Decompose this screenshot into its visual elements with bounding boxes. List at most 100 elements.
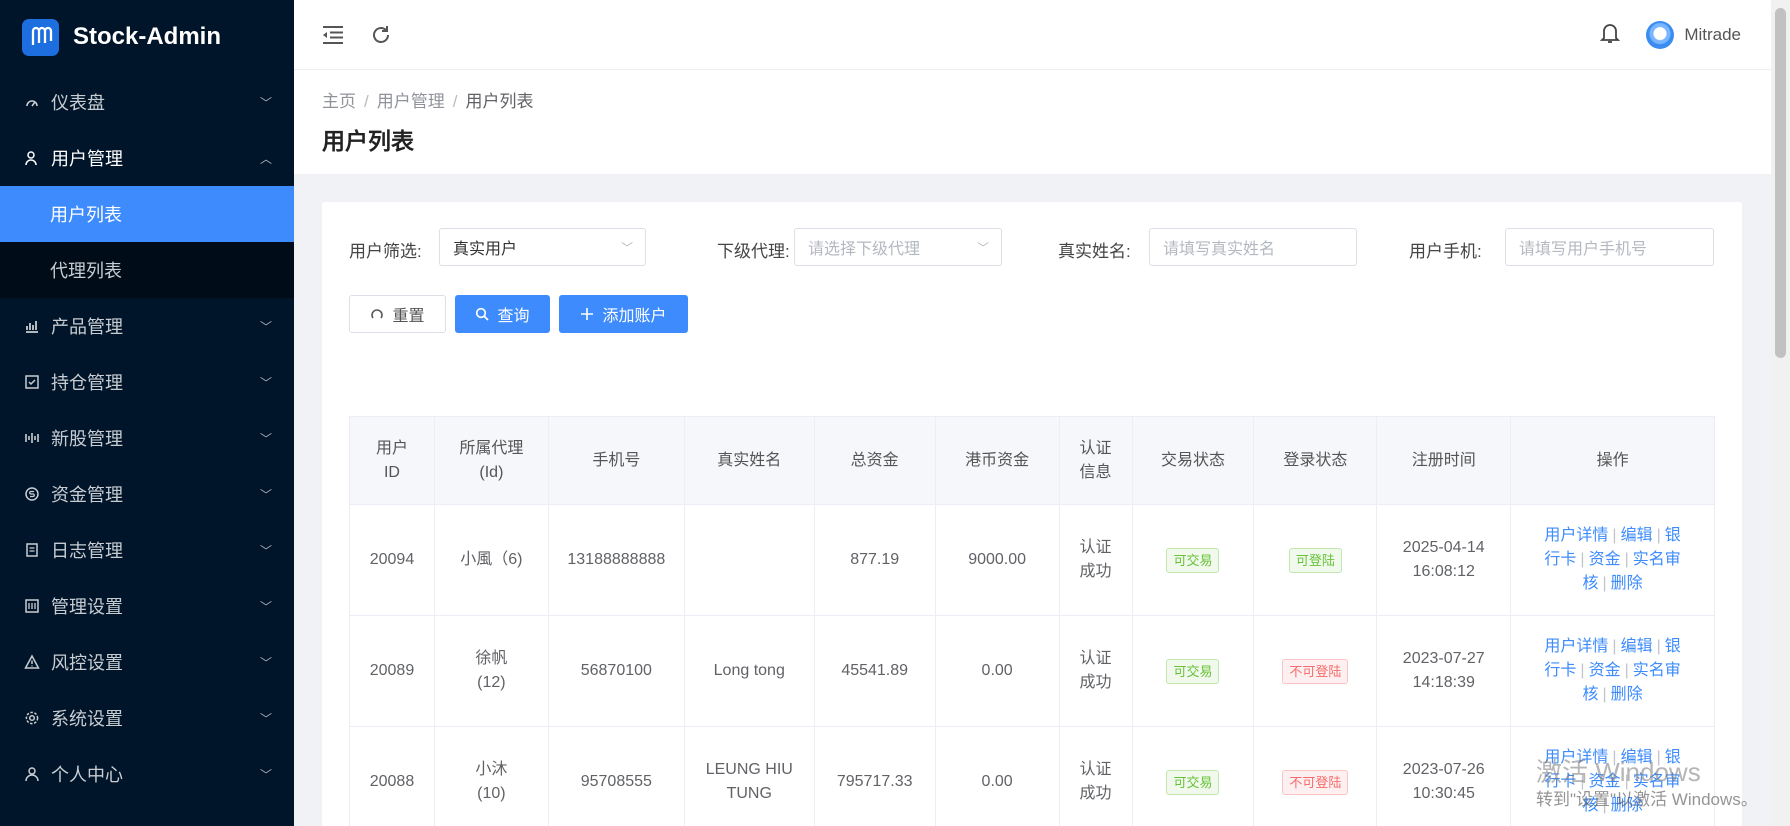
real-name-audit-link[interactable]: 核: [1582, 686, 1598, 703]
collapse-menu-icon[interactable]: [320, 22, 346, 48]
sidebar: Stock-Admin 仪表盘 ﹀ 用户管理 ︿ 用户列表 代理列表 产品管理 ﹀ 持仓管理 ﹀ 新…: [0, 0, 294, 826]
log-icon: [24, 542, 40, 558]
column-header: 用户 ID: [349, 416, 435, 505]
cell-phone: 13188888888: [547, 504, 685, 616]
sidebar-item-label: 系统设置: [51, 709, 123, 729]
page-scrollbar[interactable]: [1771, 0, 1790, 826]
cell-hkd-funds: 0.00: [934, 726, 1060, 826]
column-header-text: 注册时间: [1411, 451, 1476, 469]
column-header: 手机号: [547, 416, 685, 505]
cell-register-time-text: 14:18:39: [1412, 674, 1475, 691]
cell-auth: 认证 成功: [1058, 615, 1133, 727]
cell-hkd-funds: 9000.00: [934, 504, 1060, 616]
cell-agent: 徐帆 (12): [433, 615, 549, 727]
cell-register-time: 2025-04-14 16:08:12: [1376, 504, 1512, 616]
cell-login-status: 不可登陆: [1253, 726, 1378, 826]
cell-actions: 用户详情 | 编辑 | 银行卡 | 资金 | 实名审核 | 删除: [1510, 615, 1715, 727]
column-header-text: 所属代理: [459, 439, 524, 457]
sidebar-item[interactable]: 个人中心 ﹀: [0, 746, 294, 802]
dashboard-icon: [24, 94, 40, 110]
sub-agent-placeholder: 请选择下级代理: [808, 241, 921, 258]
sidebar-item[interactable]: 新股管理 ﹀: [0, 410, 294, 466]
user-detail-link[interactable]: 用户详情: [1544, 527, 1608, 544]
sidebar-item-label: 管理设置: [51, 597, 123, 617]
action-divider: |: [1624, 551, 1629, 568]
cell-phone-text: 95708555: [580, 773, 652, 790]
real-name-audit-link[interactable]: 实名审: [1633, 662, 1681, 679]
scrollbar-thumb[interactable]: [1775, 8, 1786, 358]
sidebar-item[interactable]: 管理设置 ﹀: [0, 578, 294, 634]
table-row: 20088 小沐 (10) 95708555 LEUNG HIU TUNG 795717.3…: [349, 726, 1715, 826]
bank-card-link[interactable]: 行卡: [1544, 662, 1576, 679]
refresh-icon[interactable]: [368, 22, 394, 48]
breadcrumb-user-manage[interactable]: 用户管理: [377, 92, 445, 111]
user-table: 用户 ID 所属代理 (Id) 手机号 真实姓名 总资金 港币资金 认证 信息 交易状态 登录状态 注册…: [349, 416, 1715, 826]
sidebar-subitem[interactable]: 用户列表: [0, 186, 294, 242]
logo[interactable]: Stock-Admin: [0, 0, 294, 74]
bank-card-link[interactable]: 银: [1665, 527, 1681, 544]
phone-input[interactable]: 请填写用户手机号: [1505, 228, 1714, 266]
real-name-audit-link[interactable]: 核: [1582, 575, 1598, 592]
cell-agent-text: 小沐: [475, 761, 508, 778]
sub-agent-select[interactable]: 请选择下级代理 ﹀: [794, 228, 1002, 266]
sidebar-item[interactable]: 资金管理 ﹀: [0, 466, 294, 522]
cell-agent-text: (12): [477, 674, 506, 691]
cell-phone-text: 56870100: [580, 662, 652, 679]
chevron-down-icon: ﹀: [259, 319, 272, 334]
sidebar-item[interactable]: 持仓管理 ﹀: [0, 354, 294, 410]
chevron-down-icon: ﹀: [620, 241, 633, 255]
column-header: 所属代理 (Id): [433, 416, 549, 505]
column-header-text: 登录状态: [1283, 451, 1348, 469]
bell-icon[interactable]: [1600, 22, 1621, 49]
reset-button[interactable]: 重置: [349, 295, 446, 333]
real-name-audit-link[interactable]: 实名审: [1633, 551, 1681, 568]
chevron-down-icon: ﹀: [259, 95, 272, 110]
sidebar-subitem[interactable]: 代理列表: [0, 242, 294, 298]
column-header-text: 操作: [1596, 451, 1629, 469]
user-detail-link[interactable]: 用户详情: [1544, 638, 1608, 655]
cell-total-funds: 45541.89: [813, 615, 936, 727]
sidebar-item[interactable]: 日志管理 ﹀: [0, 522, 294, 578]
funds-link[interactable]: 资金: [1589, 662, 1621, 679]
cell-phone: 95708555: [547, 726, 685, 826]
cell-register-time-text: 10:30:45: [1412, 785, 1475, 802]
chevron-down-icon: ﹀: [259, 655, 272, 670]
search-icon: [475, 307, 490, 321]
sidebar-item[interactable]: 用户管理 ︿: [0, 130, 294, 186]
cell-real-name: LEUNG HIU TUNG: [683, 726, 815, 826]
column-header-text: (Id): [479, 463, 504, 481]
sidebar-item[interactable]: 仪表盘 ﹀: [0, 74, 294, 130]
cell-trade-status: 可交易: [1131, 504, 1255, 616]
sidebar-item[interactable]: 风控设置 ﹀: [0, 634, 294, 690]
cell-auth-text: 成功: [1079, 674, 1112, 691]
delete-link[interactable]: 删除: [1611, 575, 1643, 592]
cell-real-name: [683, 504, 815, 616]
chart-icon: [24, 318, 40, 334]
table-header-row: 用户 ID 所属代理 (Id) 手机号 真实姓名 总资金 港币资金 认证 信息 交易状态 登录状态 注册…: [349, 416, 1715, 505]
add-account-button[interactable]: 添加账户: [559, 295, 688, 333]
delete-link[interactable]: 删除: [1611, 686, 1643, 703]
user-filter-select[interactable]: 真实用户 ﹀: [439, 228, 646, 266]
search-button[interactable]: 查询: [455, 295, 550, 333]
funds-link[interactable]: 资金: [1589, 551, 1621, 568]
sidebar-item[interactable]: 产品管理 ﹀: [0, 298, 294, 354]
edit-link[interactable]: 编辑: [1621, 527, 1653, 544]
login-status-badge: 可登陆: [1288, 547, 1342, 573]
chevron-down-icon: ﹀: [259, 375, 272, 390]
bank-card-link[interactable]: 行卡: [1544, 551, 1576, 568]
real-name-input[interactable]: 请填写真实姓名: [1149, 228, 1357, 266]
bank-card-link[interactable]: 银: [1665, 638, 1681, 655]
sidebar-item[interactable]: 系统设置 ﹀: [0, 690, 294, 746]
avatar[interactable]: [1646, 21, 1675, 49]
action-divider: |: [1602, 686, 1607, 703]
cell-user-id-text: 20094: [369, 551, 415, 568]
breadcrumb-current: 用户列表: [465, 92, 534, 111]
action-divider: |: [1624, 662, 1629, 679]
column-header-text: 手机号: [592, 451, 641, 469]
user-name[interactable]: Mitrade: [1684, 25, 1741, 45]
sidebar-item-label: 资金管理: [51, 485, 123, 505]
cell-total-funds: 877.19: [813, 504, 936, 616]
gear-icon: [24, 710, 40, 726]
edit-link[interactable]: 编辑: [1621, 638, 1653, 655]
breadcrumb-home[interactable]: 主页: [322, 92, 356, 111]
